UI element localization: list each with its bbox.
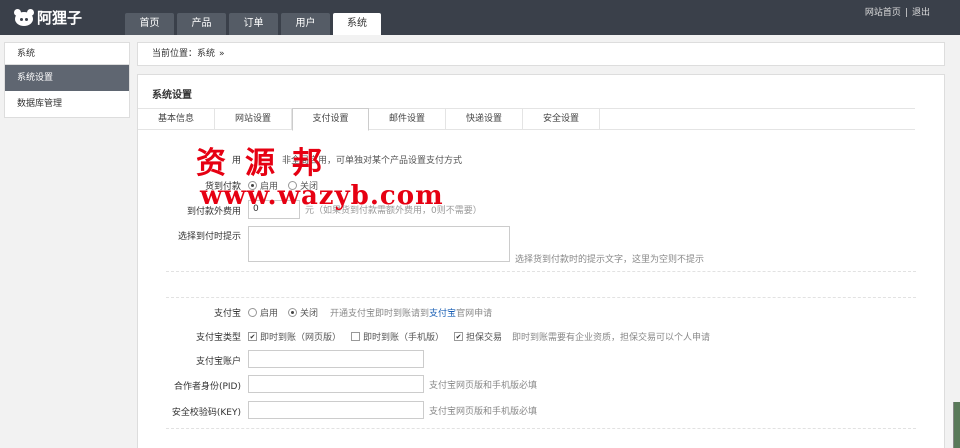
form-row-global: 用 非全局启用，可单独对某个产品设置支付方式 bbox=[166, 152, 916, 166]
cod-tip-control: 选择货到付款时的提示文字，这里为空则不提示 bbox=[248, 226, 705, 265]
form-row-cod-tip: 选择到付时提示 选择货到付款时的提示文字，这里为空则不提示 bbox=[166, 226, 916, 265]
watermark-char-3: 邦 bbox=[292, 146, 322, 181]
breadcrumb: 当前位置：系统 » bbox=[137, 42, 945, 66]
alipay-type-mobile-label: 即时到账（手机版） bbox=[363, 333, 445, 343]
partner-id-input[interactable] bbox=[248, 375, 424, 393]
logo[interactable]: 阿狸子 bbox=[14, 7, 82, 28]
alipay-type-escrow-label: 担保交易 bbox=[466, 333, 503, 343]
partner-id-control: 支付宝网页版和手机版必填 bbox=[248, 375, 537, 393]
alipay-radio-group: 启用 关闭 开通支付宝即时到账请到 支付宝 官网申请 bbox=[248, 306, 492, 319]
divider-mid bbox=[166, 297, 916, 298]
watermark-char-2: 源 bbox=[245, 146, 275, 181]
breadcrumb-prefix: 当前位置： bbox=[152, 49, 198, 59]
watermark-char-1: 资 bbox=[196, 146, 226, 181]
alipay-enable-radio[interactable] bbox=[248, 308, 257, 317]
alipay-type-hint: 即时到账需要有企业资质，担保交易可以个人申请 bbox=[512, 333, 711, 343]
panel-title: 系统设置 bbox=[152, 90, 192, 101]
alipay-enable-label: 启用 bbox=[260, 309, 279, 319]
sidebar: 系统 系统设置 数据库管理 bbox=[4, 42, 130, 118]
alipay-disable-radio[interactable] bbox=[288, 308, 298, 317]
sidebar-item-system-settings[interactable]: 系统设置 bbox=[5, 65, 129, 91]
cod-tip-hint: 选择货到付款时的提示文字，这里为空则不提示 bbox=[515, 255, 705, 265]
top-links: 网站首页 | 退出 bbox=[865, 5, 930, 18]
top-header: 阿狸子 首页 产品 订单 用户 系统 网站首页 | 退出 bbox=[0, 0, 960, 35]
logout-link[interactable]: 退出 bbox=[912, 8, 930, 18]
alipay-label: 支付宝 bbox=[213, 309, 241, 319]
form-row-alipay-type: 支付宝类型 ✔ 即时到账（网页版） 即时到账（手机版） ✔ 担保交易 即时到账需要有… bbox=[166, 329, 916, 343]
alipay-type-options: ✔ 即时到账（网页版） 即时到账（手机版） ✔ 担保交易 即时到账需要有企业资质，担… bbox=[248, 330, 710, 343]
nav-tab-orders[interactable]: 订单 bbox=[229, 13, 278, 35]
watermark-url: www.wazyb.com bbox=[200, 181, 444, 211]
nav-tab-products[interactable]: 产品 bbox=[177, 13, 226, 35]
main-nav: 首页 产品 订单 用户 系统 bbox=[125, 13, 381, 35]
alipay-type-mobile-checkbox[interactable] bbox=[351, 332, 361, 341]
nav-tab-system[interactable]: 系统 bbox=[333, 13, 381, 35]
tab-shipping-settings[interactable]: 快递设置 bbox=[446, 109, 523, 130]
security-key-label: 安全校验码(KEY) bbox=[171, 408, 241, 418]
alipay-type-label: 支付宝类型 bbox=[195, 333, 241, 343]
tab-site-settings[interactable]: 网站设置 bbox=[215, 109, 292, 130]
alipay-hint-post: 官网申请 bbox=[456, 309, 493, 319]
settings-tabs: 基本信息 网站设置 支付设置 邮件设置 快递设置 安全设置 bbox=[138, 108, 915, 131]
scroll-indicator[interactable] bbox=[953, 402, 960, 448]
cod-tip-label: 选择到付时提示 bbox=[177, 232, 241, 242]
alipay-hint-pre: 开通支付宝即时到账请到 bbox=[330, 309, 430, 319]
alipay-account-label: 支付宝账户 bbox=[195, 357, 241, 367]
tab-basic-info[interactable]: 基本信息 bbox=[138, 109, 215, 130]
alipay-type-escrow-checkbox[interactable]: ✔ bbox=[454, 332, 464, 341]
nav-tab-users[interactable]: 用户 bbox=[281, 13, 330, 35]
settings-panel: 系统设置 基本信息 网站设置 支付设置 邮件设置 快递设置 安全设置 用 非全局… bbox=[137, 74, 945, 448]
partner-id-label: 合作者身份(PID) bbox=[173, 382, 241, 392]
sidebar-section-title: 系统 bbox=[5, 43, 129, 65]
form-row-partner-id: 合作者身份(PID) 支付宝网页版和手机版必填 bbox=[166, 375, 916, 393]
tab-mail-settings[interactable]: 邮件设置 bbox=[369, 109, 446, 130]
alipay-account-input[interactable] bbox=[248, 350, 424, 368]
form-row-security-key: 安全校验码(KEY) 支付宝网页版和手机版必填 bbox=[166, 401, 916, 419]
alipay-disable-label: 关闭 bbox=[300, 309, 319, 319]
form-row-alipay: 支付宝 启用 关闭 开通支付宝即时到账请到 支付宝 官网申请 bbox=[166, 305, 916, 319]
fox-logo-icon bbox=[14, 9, 34, 26]
alipay-account-control bbox=[248, 350, 424, 368]
tab-payment-settings[interactable]: 支付设置 bbox=[292, 108, 369, 131]
partner-id-hint: 支付宝网页版和手机版必填 bbox=[429, 380, 538, 391]
security-key-input[interactable] bbox=[248, 401, 424, 419]
logo-text: 阿狸子 bbox=[37, 9, 83, 27]
security-key-control: 支付宝网页版和手机版必填 bbox=[248, 401, 537, 419]
divider-bottom bbox=[166, 428, 916, 429]
link-separator: | bbox=[904, 8, 908, 18]
tab-security-settings[interactable]: 安全设置 bbox=[523, 109, 600, 130]
alipay-type-web-label: 即时到账（网页版） bbox=[260, 333, 342, 343]
sidebar-item-database[interactable]: 数据库管理 bbox=[5, 91, 129, 117]
nav-tab-home[interactable]: 首页 bbox=[125, 13, 174, 35]
breadcrumb-chevron-icon: » bbox=[219, 49, 225, 59]
site-home-link[interactable]: 网站首页 bbox=[865, 8, 901, 18]
divider-top bbox=[166, 271, 916, 272]
alipay-type-web-checkbox[interactable]: ✔ bbox=[248, 332, 257, 341]
form-row-alipay-account: 支付宝账户 bbox=[166, 350, 916, 368]
alipay-link[interactable]: 支付宝 bbox=[429, 306, 456, 319]
security-key-hint: 支付宝网页版和手机版必填 bbox=[429, 406, 538, 417]
cod-tip-textarea[interactable] bbox=[248, 226, 510, 262]
breadcrumb-current[interactable]: 系统 bbox=[197, 49, 215, 59]
